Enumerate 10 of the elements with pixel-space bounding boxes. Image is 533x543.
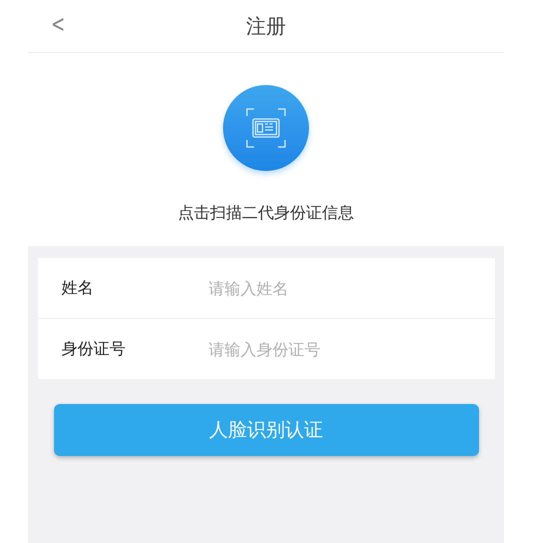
field-label: 姓名 [60, 278, 94, 298]
scan-button[interactable] [223, 85, 309, 171]
field-label: 身份证号 [60, 338, 126, 360]
scan-caption: 点击扫描二代身份证信息 [178, 203, 354, 224]
page-title: 注册 [246, 12, 286, 40]
face-recognition-button[interactable]: 人脸识别认证 [54, 404, 478, 456]
back-button[interactable]: < [48, 10, 68, 38]
input-field[interactable]: 请输入姓名 [208, 276, 468, 300]
id-card-scan-icon [246, 108, 286, 148]
input-field[interactable]: 请输入身份证号 [208, 338, 468, 360]
